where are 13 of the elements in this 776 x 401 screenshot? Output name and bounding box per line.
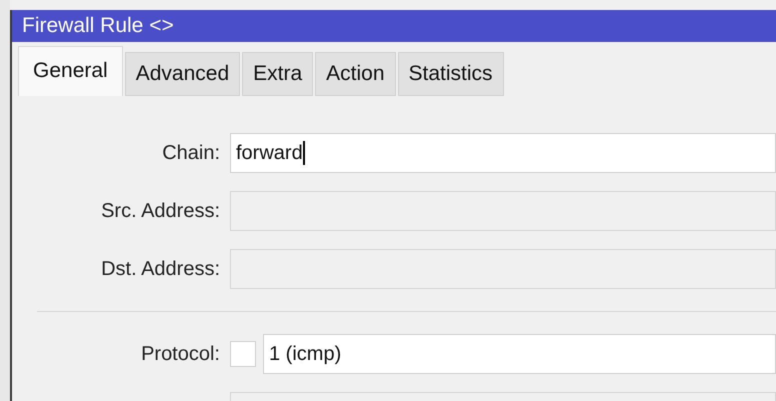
field-label: Chain: (161, 140, 221, 166)
checkbox[interactable] (230, 340, 256, 366)
input-field[interactable]: forward (230, 132, 776, 172)
tab[interactable]: Extra (242, 52, 314, 96)
window-title: Firewall Rule <> (22, 13, 174, 39)
tab[interactable]: Action (315, 52, 396, 96)
tab[interactable]: Statistics (398, 52, 504, 96)
input-field[interactable]: 1 (icmp) (263, 334, 776, 374)
tab[interactable]: General (18, 46, 123, 96)
field-label: Src. Address: (100, 198, 221, 224)
field-label: Protocol: (140, 342, 221, 366)
tab[interactable]: Advanced (124, 52, 240, 96)
field-label: Dst. Address: (100, 256, 221, 282)
